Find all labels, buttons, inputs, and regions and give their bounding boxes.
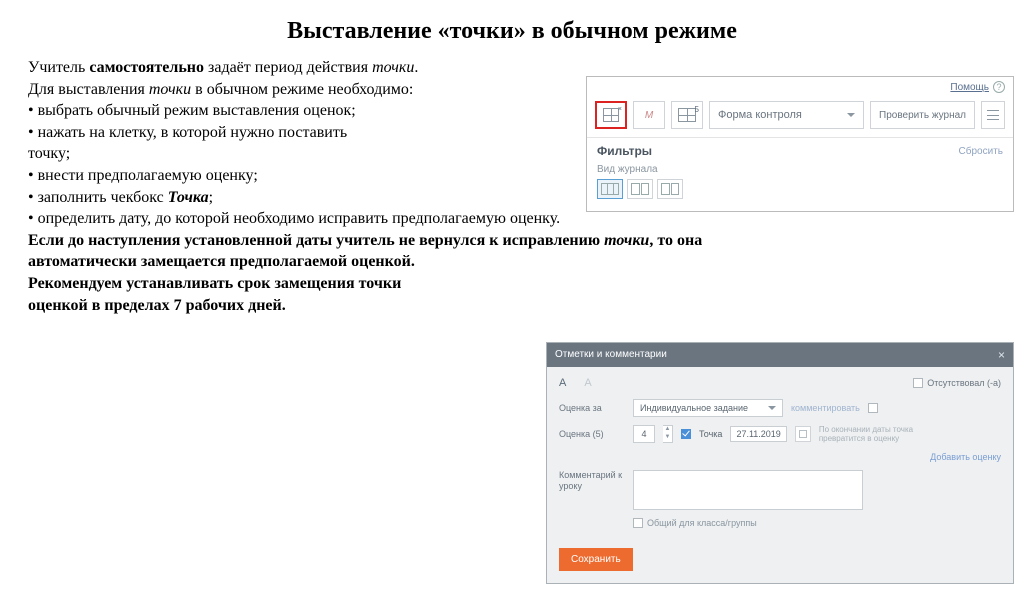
class-common-row[interactable]: Общий для класса/группы bbox=[633, 518, 1001, 528]
text-italic: точки bbox=[372, 59, 414, 76]
text: . bbox=[414, 59, 418, 76]
text-italic: точки bbox=[604, 232, 649, 249]
date-tab-a2[interactable]: А bbox=[584, 377, 591, 389]
text-bold-italic: Точка bbox=[168, 189, 209, 206]
lesson-comment-textarea[interactable] bbox=[633, 470, 863, 510]
grade-spinner[interactable]: ▲▼ bbox=[663, 425, 673, 443]
dropdown-value: Индивидуальное задание bbox=[640, 403, 748, 413]
view-split-button[interactable] bbox=[657, 179, 683, 199]
page-title: Выставление «точки» в обычном режиме bbox=[0, 18, 1024, 45]
text: Если до наступления установленной даты у… bbox=[28, 232, 604, 249]
chevron-down-icon bbox=[768, 406, 776, 410]
checkbox-icon bbox=[633, 518, 643, 528]
button-label: Проверить журнал bbox=[879, 110, 966, 121]
tochka-label: Точка bbox=[699, 429, 722, 439]
tochka-checkbox[interactable] bbox=[681, 429, 691, 439]
date-tab-a[interactable]: А bbox=[559, 377, 566, 389]
filters-label: Фильтры bbox=[597, 144, 652, 158]
grade-for-label: Оценка за bbox=[559, 403, 625, 413]
dropdown-label: Форма контроля bbox=[718, 109, 802, 121]
control-form-dropdown[interactable]: Форма контроля bbox=[709, 101, 864, 129]
text-italic: точки bbox=[149, 81, 191, 98]
close-icon[interactable]: × bbox=[998, 348, 1005, 362]
grade5-label: Оценка (5) bbox=[559, 429, 625, 439]
view-grid-button[interactable] bbox=[597, 179, 623, 199]
text-bold: самостоятельно bbox=[89, 59, 204, 76]
text: , то она bbox=[649, 232, 702, 249]
reset-link[interactable]: Сбросить bbox=[959, 146, 1003, 157]
text: задаёт период действия bbox=[204, 59, 372, 76]
date-input[interactable]: 27.11.2019 bbox=[730, 426, 786, 442]
dialog-title: Отметки и комментарии bbox=[555, 349, 667, 360]
recommendation-1: Рекомендуем устанавливать срок замещения… bbox=[28, 273, 996, 295]
calendar-icon[interactable] bbox=[795, 426, 811, 442]
grade-input[interactable]: 4 bbox=[633, 425, 655, 443]
x-icon: × bbox=[618, 106, 622, 113]
mode-normal-button[interactable]: × bbox=[595, 101, 627, 129]
text: • заполнить чекбокс bbox=[28, 189, 168, 206]
m-icon: M bbox=[645, 110, 653, 121]
marks-dialog: Отметки и комментарии × А А Отсутствовал… bbox=[546, 342, 1014, 584]
text: ; bbox=[209, 189, 213, 206]
absent-label: Отсутствовал (-а) bbox=[927, 378, 1001, 388]
summary-1: Если до наступления установленной даты у… bbox=[28, 230, 996, 252]
grid-icon bbox=[601, 183, 619, 195]
check-journal-button[interactable]: Проверить журнал bbox=[870, 101, 975, 129]
text: Для выставления bbox=[28, 81, 149, 98]
lesson-comment-label: Комментарий к уроку bbox=[559, 470, 625, 492]
columns-icon bbox=[631, 183, 649, 195]
mode-5-button[interactable]: 5 bbox=[671, 101, 703, 129]
split-icon bbox=[661, 183, 679, 195]
five-icon: 5 bbox=[695, 105, 699, 114]
class-common-label: Общий для класса/группы bbox=[647, 518, 757, 528]
grid-icon bbox=[603, 108, 619, 122]
task-type-dropdown[interactable]: Индивидуальное задание bbox=[633, 399, 783, 417]
absent-checkbox-row[interactable]: Отсутствовал (-а) bbox=[913, 378, 1001, 388]
view-cols-button[interactable] bbox=[627, 179, 653, 199]
journal-view-label: Вид журнала bbox=[597, 164, 1003, 175]
checkbox-icon bbox=[913, 378, 923, 388]
chevron-down-icon bbox=[847, 113, 855, 117]
journal-panel: Помощь ? × M 5 Форма контроля Проверить … bbox=[586, 76, 1014, 212]
dialog-header: Отметки и комментарии × bbox=[547, 343, 1013, 367]
save-button[interactable]: Сохранить bbox=[559, 548, 633, 571]
sliders-icon bbox=[987, 110, 999, 120]
recommendation-2: оценкой в пределах 7 рабочих дней. bbox=[28, 295, 996, 317]
help-link[interactable]: Помощь bbox=[950, 82, 989, 93]
chevron-up-icon: ▲ bbox=[663, 426, 672, 434]
settings-slider-button[interactable] bbox=[981, 101, 1005, 129]
text: в обычном режиме необходимо: bbox=[191, 81, 413, 98]
date-hint: По окончании даты точка превратится в оц… bbox=[819, 425, 929, 444]
grid-icon bbox=[678, 108, 696, 122]
comment-checkbox[interactable] bbox=[868, 403, 878, 413]
mode-m-button[interactable]: M bbox=[633, 101, 665, 129]
chevron-down-icon: ▼ bbox=[663, 434, 672, 442]
add-grade-link[interactable]: Добавить оценку bbox=[559, 452, 1001, 462]
help-icon[interactable]: ? bbox=[993, 81, 1005, 93]
comment-link[interactable]: комментировать bbox=[791, 403, 860, 413]
summary-2: автоматически замещается предполагаемой … bbox=[28, 251, 996, 273]
text: Учитель bbox=[28, 59, 89, 76]
